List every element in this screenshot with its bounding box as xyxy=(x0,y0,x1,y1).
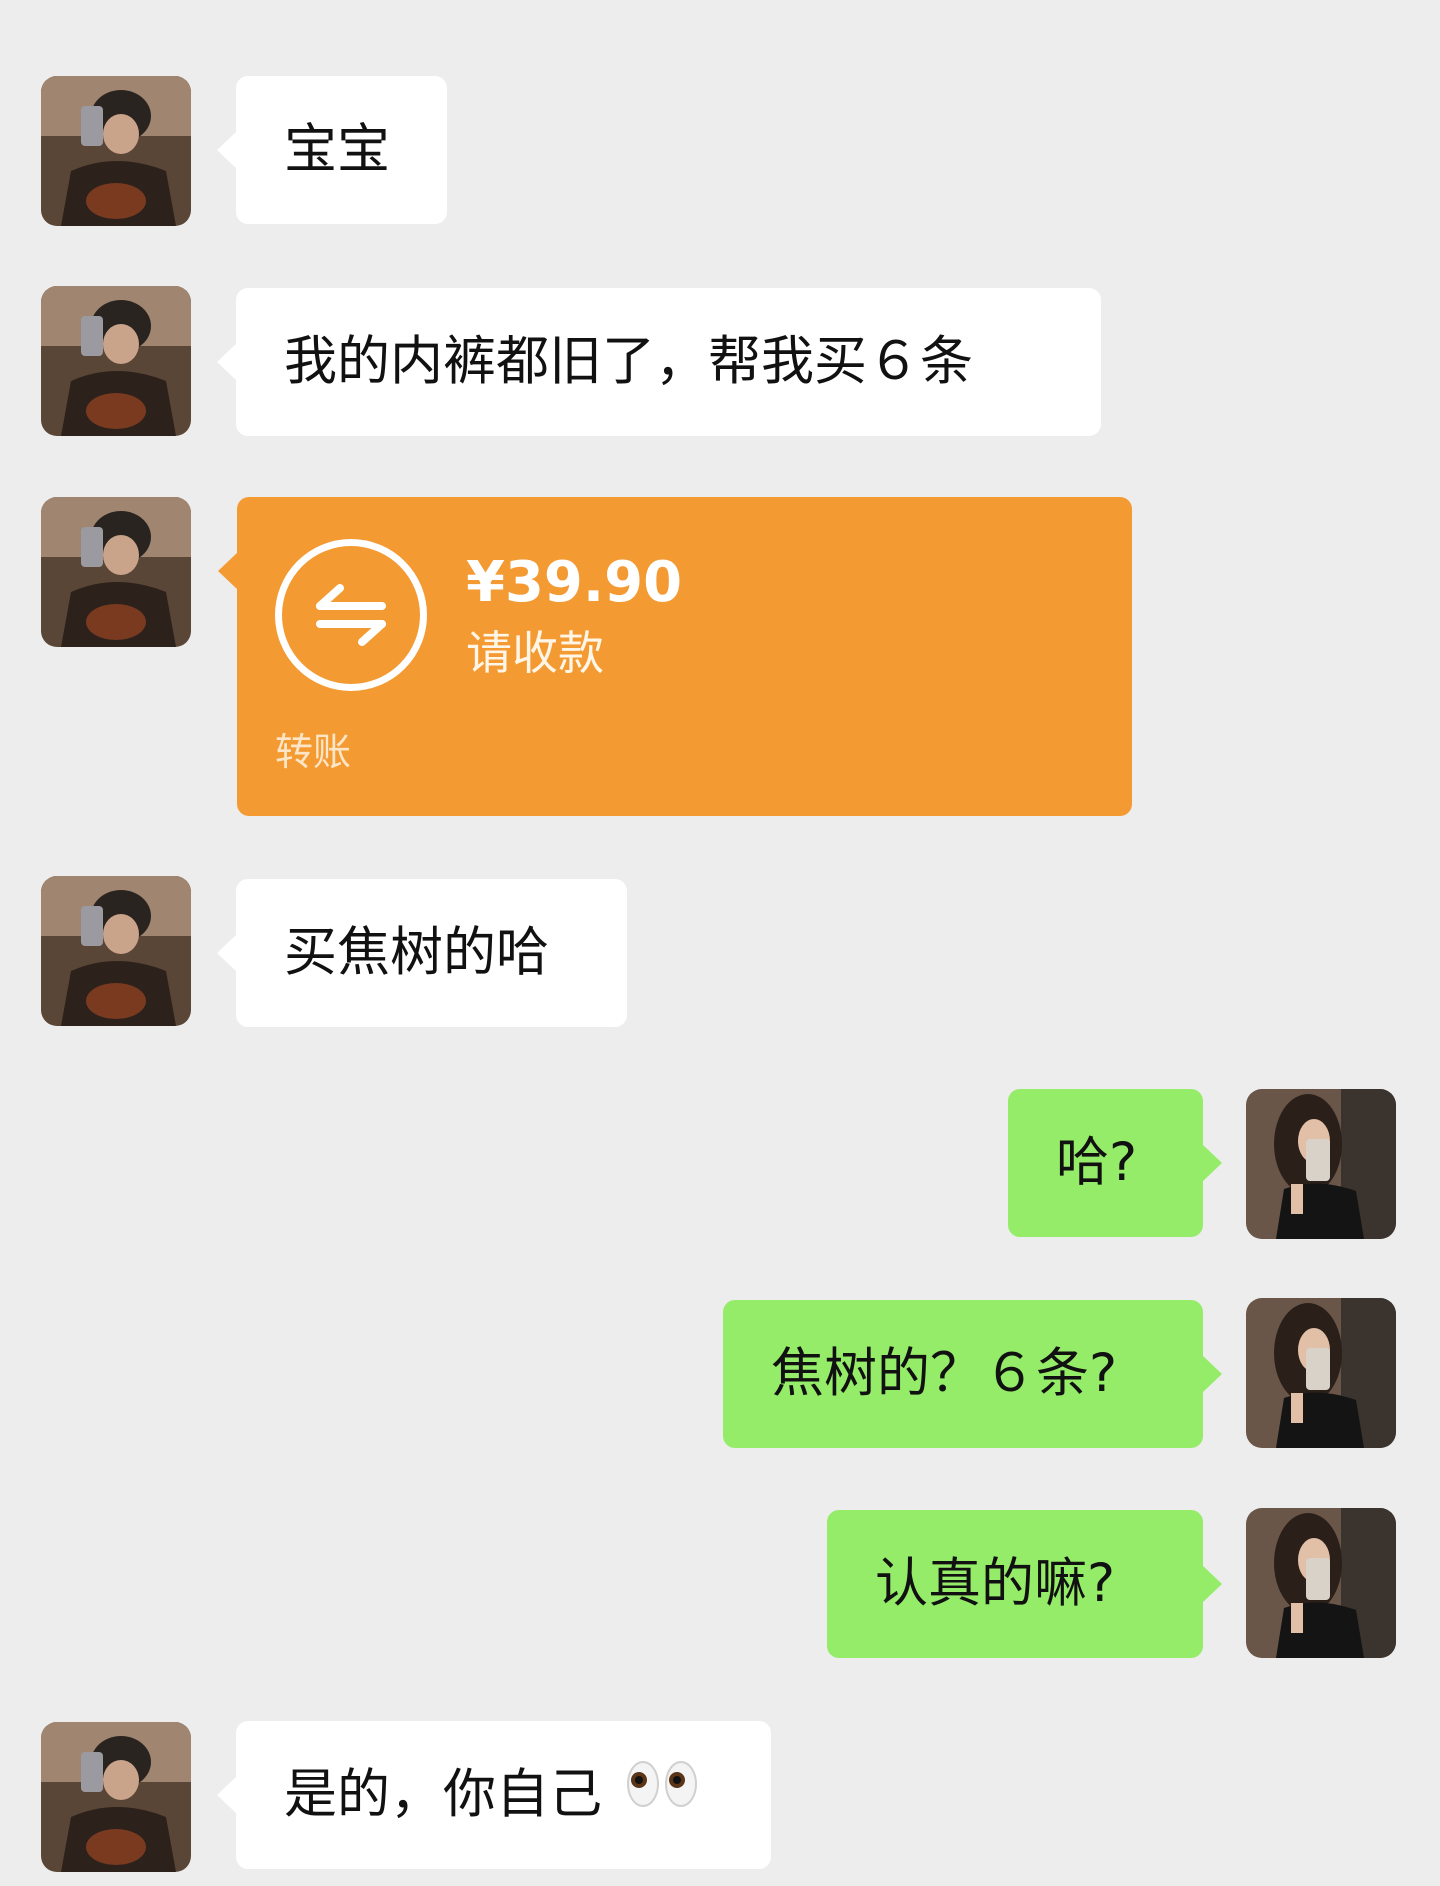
message-text: 我的内裤都旧了，帮我买６条 xyxy=(284,331,973,392)
incoming-message-bubble[interactable]: 是的，你自己 xyxy=(217,1719,771,1869)
incoming-message-bubble[interactable]: 买焦树的哈 xyxy=(217,879,627,1027)
outgoing-message-bubble[interactable]: 哈? xyxy=(1008,1089,1222,1237)
contact-avatar[interactable] xyxy=(41,497,191,647)
message-text: 宝宝 xyxy=(284,119,390,180)
contact-avatar[interactable] xyxy=(41,876,191,1026)
message-text: 买焦树的哈 xyxy=(284,922,549,983)
incoming-message-bubble[interactable]: 宝宝 xyxy=(217,76,447,224)
contact-avatar[interactable] xyxy=(41,76,191,226)
transfer-label: 转账 xyxy=(275,730,352,774)
transfer-amount: ¥39.90 xyxy=(466,550,683,615)
eyes-emoji-icon xyxy=(625,1719,701,1867)
message-text: 哈? xyxy=(1056,1132,1138,1193)
transfer-note: 请收款 xyxy=(466,626,604,680)
outgoing-message-bubble[interactable]: 焦树的？６条? xyxy=(723,1300,1222,1448)
outgoing-message-bubble[interactable]: 认真的嘛? xyxy=(827,1510,1222,1658)
message-text: 认真的嘛? xyxy=(875,1553,1116,1614)
incoming-message-bubble[interactable]: 我的内裤都旧了，帮我买６条 xyxy=(217,288,1101,436)
transfer-card[interactable]: ¥39.90 请收款 转账 xyxy=(218,497,1132,816)
my-avatar[interactable] xyxy=(1246,1298,1396,1448)
message-text: 焦树的？６条? xyxy=(771,1343,1118,1404)
chat-window: 宝宝 我的内裤都旧了，帮我买６条 ¥39.90 请收款 转账 买焦树的哈 哈? … xyxy=(0,0,1440,1886)
my-avatar[interactable] xyxy=(1246,1089,1396,1239)
message-text: 是的，你自己 xyxy=(284,1764,602,1825)
transfer-icon xyxy=(275,539,427,691)
contact-avatar[interactable] xyxy=(41,1722,191,1872)
my-avatar[interactable] xyxy=(1246,1508,1396,1658)
contact-avatar[interactable] xyxy=(41,286,191,436)
